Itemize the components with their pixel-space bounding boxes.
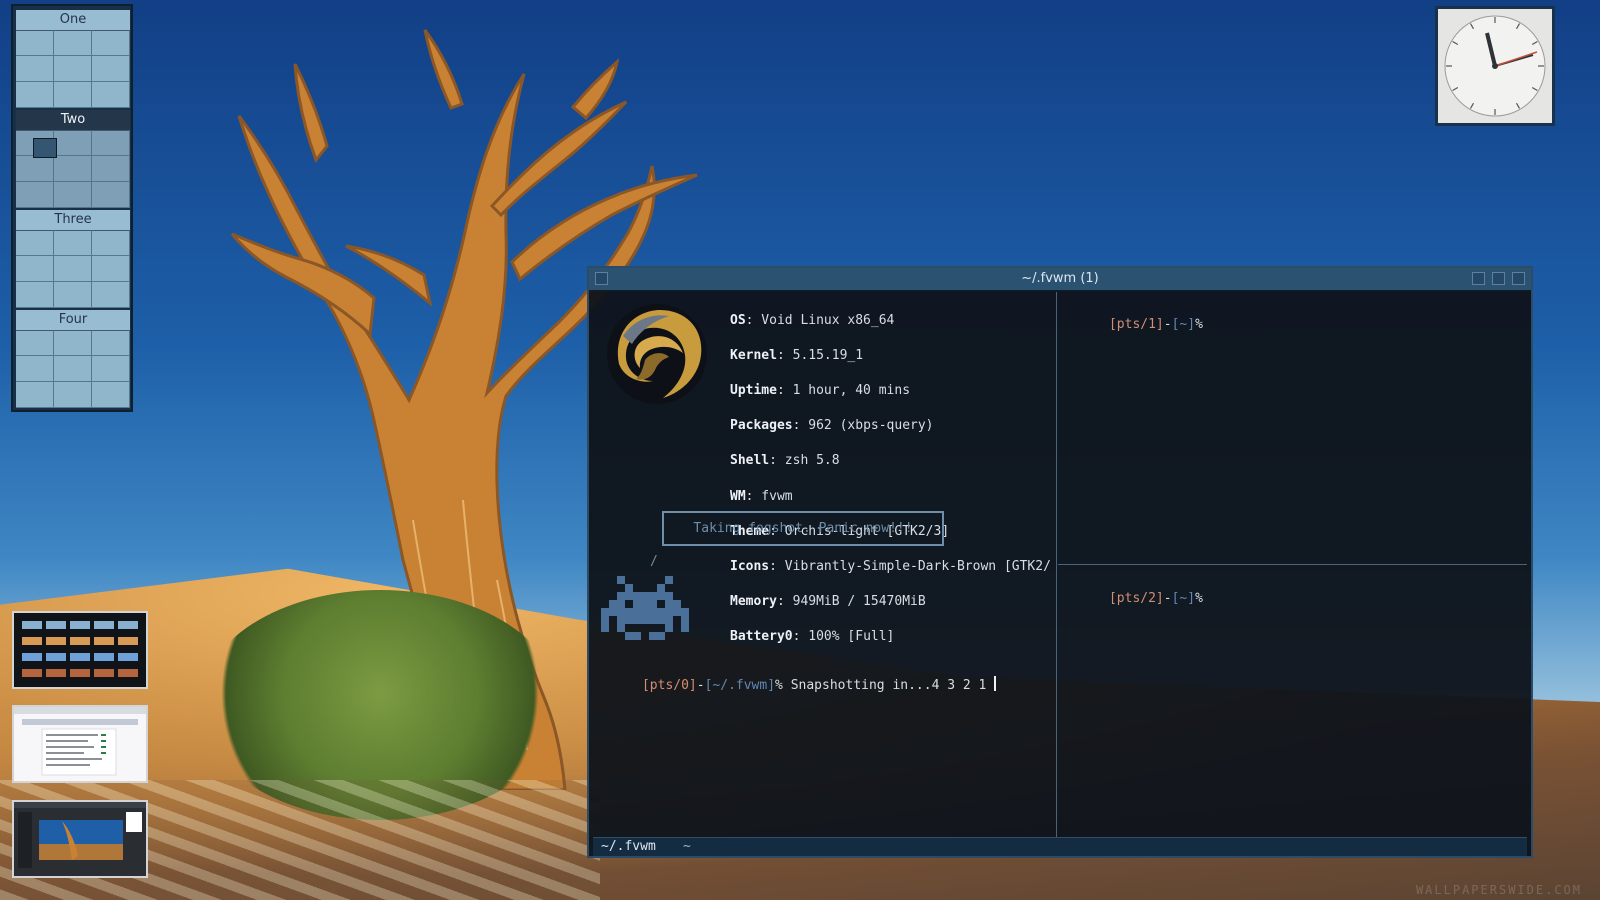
info-line: Packages: 962 (xbps-query) xyxy=(730,417,1051,435)
terminal-titlebar[interactable]: ~/.fvwm (1) xyxy=(589,268,1531,291)
desk-three[interactable]: Three xyxy=(16,210,130,308)
info-value: : 949MiB / 15470MiB xyxy=(776,594,926,610)
system-info: OS: Void Linux x86_64 Kernel: 5.15.19_1 … xyxy=(730,294,1051,681)
info-key: Packages xyxy=(730,418,793,434)
info-key: Kernel xyxy=(730,347,777,363)
info-line: Kernel: 5.15.19_1 xyxy=(730,347,1051,365)
clock-face-icon xyxy=(1444,15,1546,117)
analog-clock xyxy=(1435,6,1555,126)
status-current-dir: ~/.fvwm xyxy=(601,839,656,854)
info-key: WM xyxy=(730,488,746,504)
info-key: OS xyxy=(730,312,746,328)
prompt-command: % Snapshotting in...4 3 2 1 xyxy=(775,678,995,693)
image-editor-thumbnail-icon xyxy=(14,802,146,876)
desktop-pager: One Two Three Four xyxy=(11,4,133,412)
pager-window-preview xyxy=(33,138,57,158)
prompt-tag: [pts/0] xyxy=(641,678,697,693)
desk-label: One xyxy=(16,10,130,31)
info-value: : zsh 5.8 xyxy=(769,453,840,469)
desk-grid xyxy=(16,30,130,108)
info-key: Icons xyxy=(730,558,770,574)
window-thumbnail-image-editor[interactable] xyxy=(12,800,148,878)
emblem-icon xyxy=(607,304,707,404)
prompt-suffix: % xyxy=(1195,317,1203,332)
info-key: Shell xyxy=(730,453,770,469)
wallpaper-watermark: WALLPAPERSWIDE.COM xyxy=(1415,883,1582,897)
browser-thumbnail-icon xyxy=(14,707,146,781)
info-key: Battery0 xyxy=(730,629,793,645)
prompt-separator: - xyxy=(1163,591,1172,606)
shell-prompt-pts1[interactable]: [pts/1]-[~]% xyxy=(1062,302,1203,347)
speech-slash: / xyxy=(650,554,658,569)
info-line: Battery0: 100% [Full] xyxy=(730,628,1051,646)
prompt-path: [~] xyxy=(1171,317,1196,332)
prompt-tag: [pts/1] xyxy=(1108,317,1164,332)
prompt-separator: - xyxy=(1163,317,1172,332)
desk-grid xyxy=(16,330,130,408)
terminal-pane-left[interactable]: OS: Void Linux x86_64 Kernel: 5.15.19_1 … xyxy=(593,292,1057,840)
gallery-thumbnail-icon xyxy=(14,613,146,687)
info-line: Icons: Vibrantly-Simple-Dark-Brown [GTK2… xyxy=(730,558,1051,576)
desk-label: Four xyxy=(16,310,130,331)
info-key: Uptime xyxy=(730,382,777,398)
info-value: : 100% [Full] xyxy=(792,629,895,645)
info-value: : Void Linux x86_64 xyxy=(745,312,895,328)
info-key: Memory xyxy=(730,594,777,610)
status-home-dir: ~ xyxy=(683,839,691,854)
window-thumbnail-browser[interactable] xyxy=(12,705,148,783)
desk-one[interactable]: One xyxy=(16,10,130,108)
terminal-pane-bottom-right[interactable]: [pts/2]-[~]% xyxy=(1058,566,1527,840)
desk-grid xyxy=(16,230,130,308)
info-value: : 962 (xbps-query) xyxy=(792,418,934,434)
terminal-pane-top-right[interactable]: [pts/1]-[~]% xyxy=(1058,292,1527,564)
close-button[interactable] xyxy=(1512,272,1525,285)
snapshot-notice: Taking fogshot. Panic now!!! xyxy=(662,511,944,546)
maximize-button[interactable] xyxy=(1492,272,1505,285)
info-value: : 1 hour, 40 mins xyxy=(776,382,911,398)
minimize-button[interactable] xyxy=(1472,272,1485,285)
desk-label: Two xyxy=(16,110,130,131)
desk-two[interactable]: Two xyxy=(16,110,130,208)
prompt-suffix: % xyxy=(1195,591,1203,606)
tmux-status-bar: ~/.fvwm ~ xyxy=(593,837,1527,856)
info-line: WM: fvwm xyxy=(730,488,1051,506)
pane-divider-horizontal[interactable] xyxy=(1058,564,1527,565)
shell-prompt-pts2[interactable]: [pts/2]-[~]% xyxy=(1062,576,1203,621)
prompt-separator: - xyxy=(696,678,705,693)
text-cursor xyxy=(994,676,997,691)
shell-prompt-main[interactable]: [pts/0]-[~/.fvwm]% Snapshotting in...4 3… xyxy=(595,661,997,708)
space-invader-icon xyxy=(601,576,689,640)
prompt-tag: [pts/2] xyxy=(1108,591,1164,606)
info-line: Uptime: 1 hour, 40 mins xyxy=(730,382,1051,400)
pane-divider-vertical[interactable] xyxy=(1056,292,1057,840)
window-title: ~/.fvwm (1) xyxy=(1021,271,1099,286)
desk-label: Three xyxy=(16,210,130,231)
info-value: : 5.15.19_1 xyxy=(776,347,864,363)
prompt-path: [~] xyxy=(1171,591,1196,606)
info-line: Memory: 949MiB / 15470MiB xyxy=(730,593,1051,611)
terminal-window[interactable]: ~/.fvwm (1) OS: Void Linux x86_64 Kernel… xyxy=(587,266,1533,858)
info-line: OS: Void Linux x86_64 xyxy=(730,312,1051,330)
desk-four[interactable]: Four xyxy=(16,310,130,408)
window-thumbnail-gallery[interactable] xyxy=(12,611,148,689)
info-value: : fvwm xyxy=(745,488,793,504)
info-value: : Vibrantly-Simple-Dark-Brown [GTK2/ xyxy=(769,558,1051,574)
window-menu-button[interactable] xyxy=(595,272,608,285)
prompt-path: [~/.fvwm] xyxy=(704,678,776,693)
info-line: Shell: zsh 5.8 xyxy=(730,452,1051,470)
